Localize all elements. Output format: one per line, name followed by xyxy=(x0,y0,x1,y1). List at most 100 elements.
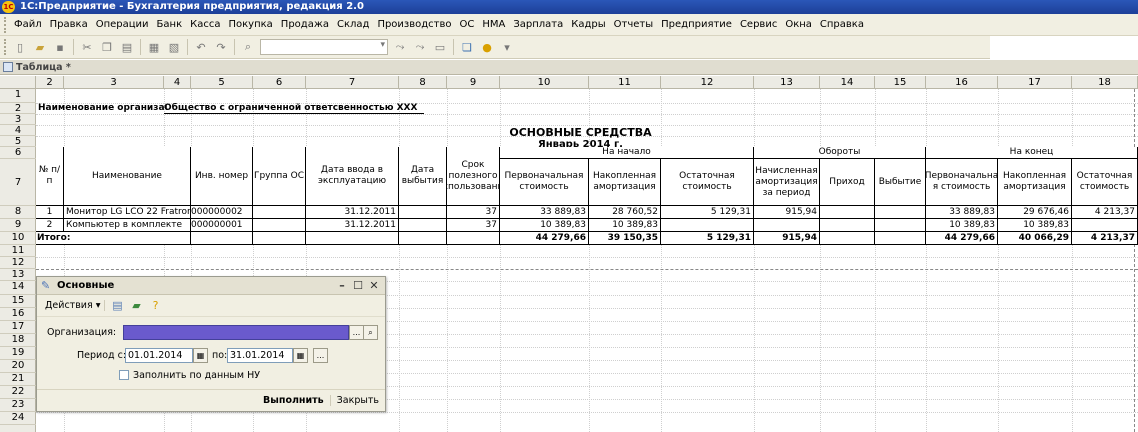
row-header[interactable]: 12 xyxy=(0,257,36,269)
period-select-button[interactable]: ... xyxy=(313,348,328,363)
row-header[interactable]: 23 xyxy=(0,399,36,412)
print-icon[interactable]: ▦ xyxy=(146,39,162,55)
column-header[interactable]: 16 xyxy=(926,76,998,89)
column-header[interactable]: 12 xyxy=(661,76,754,89)
period-from-input[interactable]: 01.01.2014 xyxy=(125,348,193,363)
close-icon[interactable]: ✕ xyxy=(367,278,381,293)
th-num: № п/п xyxy=(36,147,64,206)
find-all-icon[interactable]: ▭ xyxy=(432,39,448,55)
run-button[interactable]: Выполнить xyxy=(257,395,331,406)
menu-item-warehouse[interactable]: Склад xyxy=(333,19,373,30)
column-header[interactable]: 13 xyxy=(754,76,820,89)
toolbar-dropdown-icon[interactable]: ▾ xyxy=(499,39,515,55)
column-header[interactable]: 17 xyxy=(998,76,1072,89)
menu-item-operations[interactable]: Операции xyxy=(92,19,153,30)
toolbar-separator xyxy=(140,39,141,55)
row-header[interactable]: 19 xyxy=(0,347,36,360)
column-header[interactable]: 10 xyxy=(500,76,589,89)
menu-item-intangible[interactable]: НМА xyxy=(478,19,509,30)
row-header[interactable]: 16 xyxy=(0,308,36,321)
menu-item-sale[interactable]: Продажа xyxy=(277,19,333,30)
windows-icon[interactable]: ❏ xyxy=(459,39,475,55)
menu-item-windows[interactable]: Окна xyxy=(781,19,816,30)
menu-item-purchase[interactable]: Покупка xyxy=(224,19,276,30)
help-icon[interactable]: ● xyxy=(479,39,495,55)
column-header[interactable]: 15 xyxy=(875,76,926,89)
calendar-from-icon[interactable]: ▦ xyxy=(193,348,208,363)
table-cell: 29 676,46 xyxy=(998,206,1072,219)
menu-item-enterprise[interactable]: Предприятие xyxy=(657,19,736,30)
search-combo[interactable] xyxy=(260,39,388,55)
period-to-input[interactable]: 31.01.2014 xyxy=(227,348,293,363)
preview-icon[interactable]: ▧ xyxy=(166,39,182,55)
menu-item-edit[interactable]: Правка xyxy=(46,19,92,30)
column-header[interactable]: 2 xyxy=(36,76,64,89)
column-header[interactable]: 6 xyxy=(253,76,306,89)
row-header[interactable]: 15 xyxy=(0,295,36,308)
column-header[interactable]: 8 xyxy=(399,76,447,89)
minimize-icon[interactable]: – xyxy=(335,278,349,293)
organization-search-icon[interactable]: ⌕ xyxy=(363,325,378,340)
menu-item-file[interactable]: Файл xyxy=(10,19,46,30)
row-header[interactable]: 22 xyxy=(0,386,36,399)
row-header[interactable]: 1 xyxy=(0,89,36,103)
row-header[interactable]: 9 xyxy=(0,219,36,232)
redo-icon[interactable]: ↷ xyxy=(213,39,229,55)
calendar-to-icon[interactable]: ▦ xyxy=(293,348,308,363)
undo-icon[interactable]: ↶ xyxy=(193,39,209,55)
column-header[interactable]: 5 xyxy=(191,76,253,89)
find-prev-icon[interactable]: ⤳ xyxy=(412,39,428,55)
find-next-icon[interactable]: ⤳ xyxy=(392,39,408,55)
actions-menu-button[interactable]: Действия ▾ xyxy=(41,300,106,311)
column-header[interactable]: 9 xyxy=(447,76,500,89)
row-header[interactable]: 11 xyxy=(0,245,36,257)
menu-item-fixed-assets[interactable]: ОС xyxy=(456,19,479,30)
menu-item-hr[interactable]: Кадры xyxy=(567,19,609,30)
menu-item-reports[interactable]: Отчеты xyxy=(610,19,657,30)
cut-icon[interactable]: ✂ xyxy=(79,39,95,55)
organization-select-button[interactable]: ... xyxy=(349,325,364,340)
row-header[interactable]: 17 xyxy=(0,321,36,334)
column-header[interactable]: 3 xyxy=(64,76,164,89)
open-icon[interactable]: ▰ xyxy=(32,39,48,55)
save-icon[interactable]: ▪ xyxy=(52,39,68,55)
column-header[interactable]: 4 xyxy=(164,76,191,89)
paste-icon[interactable]: ▤ xyxy=(119,39,135,55)
row-header[interactable]: 6 xyxy=(0,147,36,159)
column-header[interactable]: 11 xyxy=(589,76,661,89)
row-header[interactable]: 3 xyxy=(0,114,36,125)
row-header[interactable]: 21 xyxy=(0,373,36,386)
menu-item-service[interactable]: Сервис xyxy=(736,19,781,30)
row-header[interactable]: 20 xyxy=(0,360,36,373)
menu-item-cash[interactable]: Касса xyxy=(186,19,224,30)
row-header[interactable]: 5 xyxy=(0,136,36,147)
organization-input[interactable] xyxy=(123,325,349,340)
column-header[interactable]: 14 xyxy=(820,76,875,89)
row-header[interactable]: 7 xyxy=(0,159,36,206)
row-header[interactable]: 13 xyxy=(0,269,36,281)
copy-icon[interactable]: ❐ xyxy=(99,39,115,55)
fill-by-tax-data-checkbox[interactable] xyxy=(119,370,129,380)
row-header[interactable]: 2 xyxy=(0,103,36,114)
row-header[interactable]: 10 xyxy=(0,232,36,245)
row-header[interactable]: 24 xyxy=(0,412,36,425)
settings-icon[interactable]: ▤ xyxy=(110,299,124,313)
close-button[interactable]: Закрыть xyxy=(331,395,385,406)
new-icon[interactable]: ▯ xyxy=(12,39,28,55)
help-icon[interactable]: ? xyxy=(148,299,162,313)
row-header[interactable]: 4 xyxy=(0,125,36,136)
dialog-title-bar[interactable]: ✎ Основные – ☐ ✕ xyxy=(37,277,385,295)
find-icon[interactable]: ⌕ xyxy=(240,39,256,55)
row-header[interactable]: 8 xyxy=(0,206,36,219)
column-header[interactable]: 18 xyxy=(1072,76,1138,89)
menu-item-production[interactable]: Производство xyxy=(373,19,455,30)
column-header[interactable]: 7 xyxy=(306,76,399,89)
save-report-icon[interactable]: ▰ xyxy=(129,299,143,313)
corner-cell[interactable] xyxy=(0,76,36,89)
menu-item-bank[interactable]: Банк xyxy=(153,19,187,30)
row-header[interactable]: 14 xyxy=(0,281,36,295)
menu-item-salary[interactable]: Зарплата xyxy=(509,19,567,30)
menu-item-help[interactable]: Справка xyxy=(816,19,868,30)
maximize-icon[interactable]: ☐ xyxy=(351,278,365,293)
row-header[interactable]: 18 xyxy=(0,334,36,347)
